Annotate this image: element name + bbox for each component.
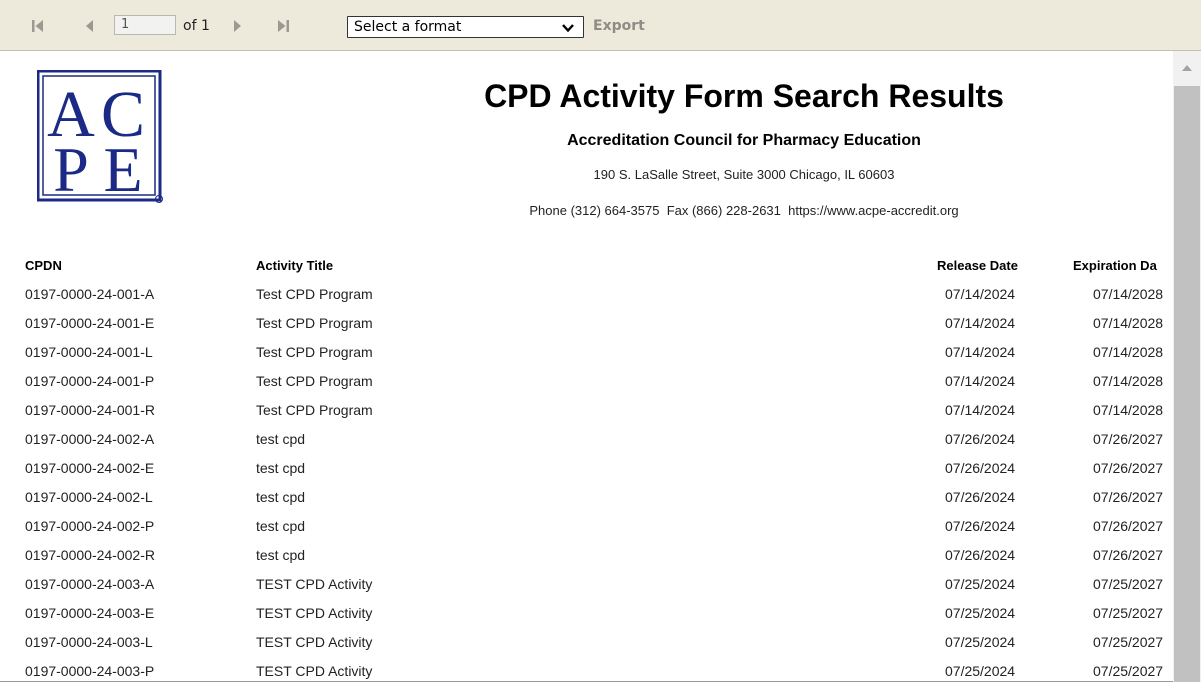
cell-cpdn: 0197-0000-24-002-E bbox=[25, 460, 155, 476]
cell-cpdn: 0197-0000-24-003-P bbox=[25, 663, 155, 679]
cell-expiration-date: 07/25/2027 bbox=[1093, 634, 1164, 650]
cell-expiration-date: 07/14/2028 bbox=[1093, 373, 1164, 389]
cell-activity-title: test cpd bbox=[256, 489, 306, 505]
cell-release-date: 07/25/2024 bbox=[945, 576, 1016, 592]
scrollbar-thumb[interactable] bbox=[1174, 86, 1200, 682]
table-row: 0197-0000-24-001-L Test CPD Program 07/14/… bbox=[0, 338, 1173, 367]
chevron-down-icon bbox=[561, 21, 575, 39]
page-of-label: of 1 bbox=[183, 18, 210, 34]
cell-release-date: 07/26/2024 bbox=[945, 518, 1016, 534]
svg-text:E: E bbox=[103, 134, 142, 204]
cell-expiration-date: 07/25/2027 bbox=[1093, 605, 1164, 621]
cell-release-date: 07/26/2024 bbox=[945, 431, 1016, 447]
cell-cpdn: 0197-0000-24-002-R bbox=[25, 547, 155, 563]
results-table: 0197-0000-24-001-A Test CPD Program 07/14/… bbox=[0, 280, 1173, 682]
cell-expiration-date: 07/25/2027 bbox=[1093, 576, 1164, 592]
page-number-input[interactable]: 1 bbox=[114, 15, 176, 35]
cell-cpdn: 0197-0000-24-002-A bbox=[25, 431, 155, 447]
table-row: 0197-0000-24-003-E TEST CPD Activity 07/25… bbox=[0, 599, 1173, 628]
cell-expiration-date: 07/26/2027 bbox=[1093, 489, 1164, 505]
cell-activity-title: TEST CPD Activity bbox=[256, 634, 373, 650]
cell-expiration-date: 07/14/2028 bbox=[1093, 315, 1164, 331]
svg-text:P: P bbox=[53, 134, 89, 204]
cell-release-date: 07/14/2024 bbox=[945, 373, 1016, 389]
first-page-icon[interactable] bbox=[29, 17, 47, 35]
cell-activity-title: Test CPD Program bbox=[256, 402, 373, 418]
cell-expiration-date: 07/14/2028 bbox=[1093, 286, 1164, 302]
cell-release-date: 07/26/2024 bbox=[945, 460, 1016, 476]
cell-activity-title: Test CPD Program bbox=[256, 315, 373, 331]
cell-cpdn: 0197-0000-24-003-A bbox=[25, 576, 155, 592]
cell-activity-title: test cpd bbox=[256, 460, 306, 476]
previous-page-icon[interactable] bbox=[81, 17, 99, 35]
table-row: 0197-0000-24-002-E test cpd 07/26/2024 07/2… bbox=[0, 454, 1173, 483]
table-row: 0197-0000-24-002-R test cpd 07/26/2024 07/2… bbox=[0, 541, 1173, 570]
organization-name: Accreditation Council for Pharmacy Educa… bbox=[567, 132, 921, 149]
table-row: 0197-0000-24-001-P Test CPD Program 07/14/… bbox=[0, 367, 1173, 396]
cell-cpdn: 0197-0000-24-001-R bbox=[25, 402, 155, 418]
cell-activity-title: TEST CPD Activity bbox=[256, 576, 373, 592]
cell-cpdn: 0197-0000-24-001-L bbox=[25, 344, 153, 360]
column-header-activity-title: Activity Title bbox=[256, 258, 334, 273]
cell-release-date: 07/14/2024 bbox=[945, 286, 1016, 302]
cell-expiration-date: 07/26/2027 bbox=[1093, 547, 1164, 563]
cell-activity-title: Test CPD Program bbox=[256, 344, 373, 360]
acpe-logo: A C P E bbox=[36, 69, 164, 205]
cell-expiration-date: 07/25/2027 bbox=[1093, 663, 1164, 679]
cell-release-date: 07/14/2024 bbox=[945, 402, 1016, 418]
table-row: 0197-0000-24-002-P test cpd 07/26/2024 07/2… bbox=[0, 512, 1173, 541]
cell-expiration-date: 07/26/2027 bbox=[1093, 518, 1164, 534]
organization-address: 190 S. LaSalle Street, Suite 3000 Chicag… bbox=[593, 167, 895, 182]
table-row: 0197-0000-24-002-A test cpd 07/26/2024 07/2… bbox=[0, 425, 1173, 454]
cell-activity-title: Test CPD Program bbox=[256, 286, 373, 302]
cell-cpdn: 0197-0000-24-002-P bbox=[25, 518, 155, 534]
cell-activity-title: TEST CPD Activity bbox=[256, 663, 373, 679]
cell-cpdn: 0197-0000-24-003-L bbox=[25, 634, 153, 650]
column-header-release-date: Release Date bbox=[937, 258, 1018, 273]
cell-expiration-date: 07/26/2027 bbox=[1093, 460, 1164, 476]
format-select-value: Select a format bbox=[354, 19, 462, 35]
scroll-up-icon[interactable] bbox=[1173, 51, 1201, 85]
cell-cpdn: 0197-0000-24-002-L bbox=[25, 489, 153, 505]
cell-activity-title: test cpd bbox=[256, 518, 306, 534]
cell-activity-title: test cpd bbox=[256, 547, 306, 563]
cell-expiration-date: 07/14/2028 bbox=[1093, 344, 1164, 360]
cell-cpdn: 0197-0000-24-003-E bbox=[25, 605, 155, 621]
report-title: CPD Activity Form Search Results bbox=[484, 78, 1004, 114]
cell-cpdn: 0197-0000-24-001-A bbox=[25, 286, 155, 302]
table-row: 0197-0000-24-001-E Test CPD Program 07/14/… bbox=[0, 309, 1173, 338]
cell-activity-title: TEST CPD Activity bbox=[256, 605, 373, 621]
cell-release-date: 07/14/2024 bbox=[945, 315, 1016, 331]
table-row: 0197-0000-24-002-L test cpd 07/26/2024 07/2… bbox=[0, 483, 1173, 512]
report-toolbar: 1 of 1 Select a format Export bbox=[0, 0, 1201, 51]
table-row: 0197-0000-24-003-A TEST CPD Activity 07/25… bbox=[0, 570, 1173, 599]
column-header-expiration-date: Expiration Da bbox=[1073, 258, 1157, 273]
export-button[interactable]: Export bbox=[593, 18, 645, 34]
format-select[interactable]: Select a format bbox=[347, 16, 584, 38]
cell-release-date: 07/25/2024 bbox=[945, 663, 1016, 679]
vertical-scrollbar[interactable] bbox=[1173, 51, 1201, 682]
cell-release-date: 07/14/2024 bbox=[945, 344, 1016, 360]
cell-release-date: 07/26/2024 bbox=[945, 547, 1016, 563]
cell-release-date: 07/25/2024 bbox=[945, 634, 1016, 650]
report-page: A C P E CPD Activity Form Search Results… bbox=[0, 51, 1173, 682]
cell-activity-title: Test CPD Program bbox=[256, 373, 373, 389]
last-page-icon[interactable] bbox=[274, 17, 292, 35]
organization-contact: Phone (312) 664-3575 Fax (866) 228-2631 … bbox=[529, 203, 959, 218]
cell-expiration-date: 07/26/2027 bbox=[1093, 431, 1164, 447]
table-row: 0197-0000-24-001-R Test CPD Program 07/14/… bbox=[0, 396, 1173, 425]
column-header-cpdn: CPDN bbox=[25, 258, 62, 273]
cell-cpdn: 0197-0000-24-001-E bbox=[25, 315, 155, 331]
table-row: 0197-0000-24-003-P TEST CPD Activity 07/25… bbox=[0, 657, 1173, 682]
cell-activity-title: test cpd bbox=[256, 431, 306, 447]
cell-release-date: 07/25/2024 bbox=[945, 605, 1016, 621]
next-page-icon[interactable] bbox=[228, 17, 246, 35]
cell-release-date: 07/26/2024 bbox=[945, 489, 1016, 505]
table-row: 0197-0000-24-001-A Test CPD Program 07/14/… bbox=[0, 280, 1173, 309]
table-row: 0197-0000-24-003-L TEST CPD Activity 07/25… bbox=[0, 628, 1173, 657]
cell-cpdn: 0197-0000-24-001-P bbox=[25, 373, 155, 389]
cell-expiration-date: 07/14/2028 bbox=[1093, 402, 1164, 418]
